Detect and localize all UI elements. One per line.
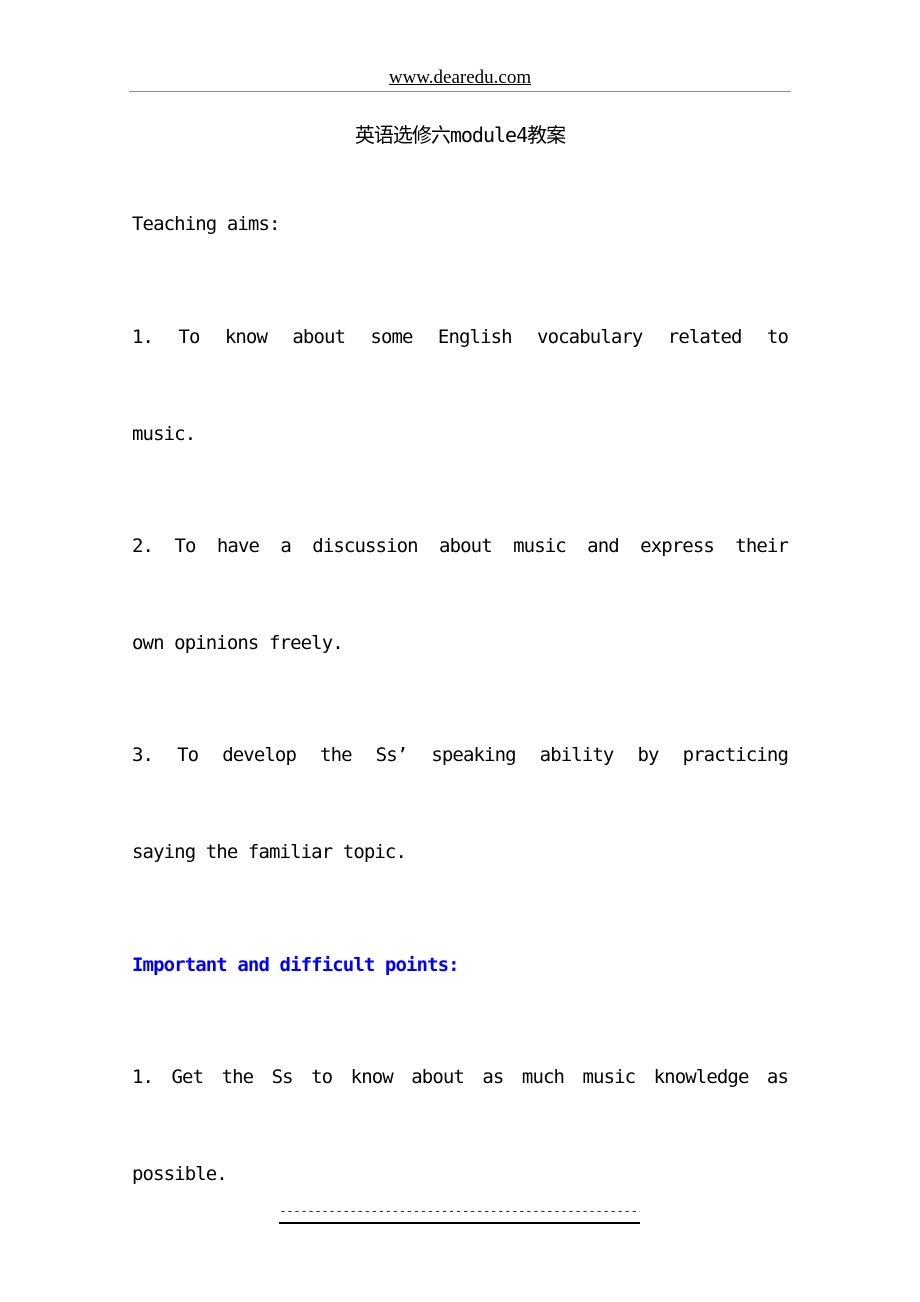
important-points-heading: Important and difficult points: — [132, 954, 460, 976]
point-1-line-2: possible. — [132, 1163, 228, 1185]
aim-2-line-1: 2. To have a discussion about music and … — [132, 535, 789, 557]
footer-divider: ----------------------------------------… — [279, 1204, 640, 1224]
point-1-line-1: 1. Get the Ss to know about as much musi… — [132, 1066, 789, 1088]
page-header: www.dearedu.com — [129, 66, 791, 92]
aim-1-line-2: music. — [132, 423, 196, 445]
aim-1-line-1: 1. To know about some English vocabulary… — [132, 326, 789, 348]
document-title: 英语选修六module4教案 — [354, 123, 566, 147]
aim-3-line-2: saying the familiar topic. — [132, 841, 407, 863]
site-link[interactable]: www.dearedu.com — [389, 67, 531, 88]
aim-2-line-2: own opinions freely. — [132, 632, 344, 654]
aim-3-line-1: 3. To develop the Ss’ speaking ability b… — [132, 744, 789, 766]
teaching-aims-heading: Teaching aims: — [132, 213, 280, 235]
